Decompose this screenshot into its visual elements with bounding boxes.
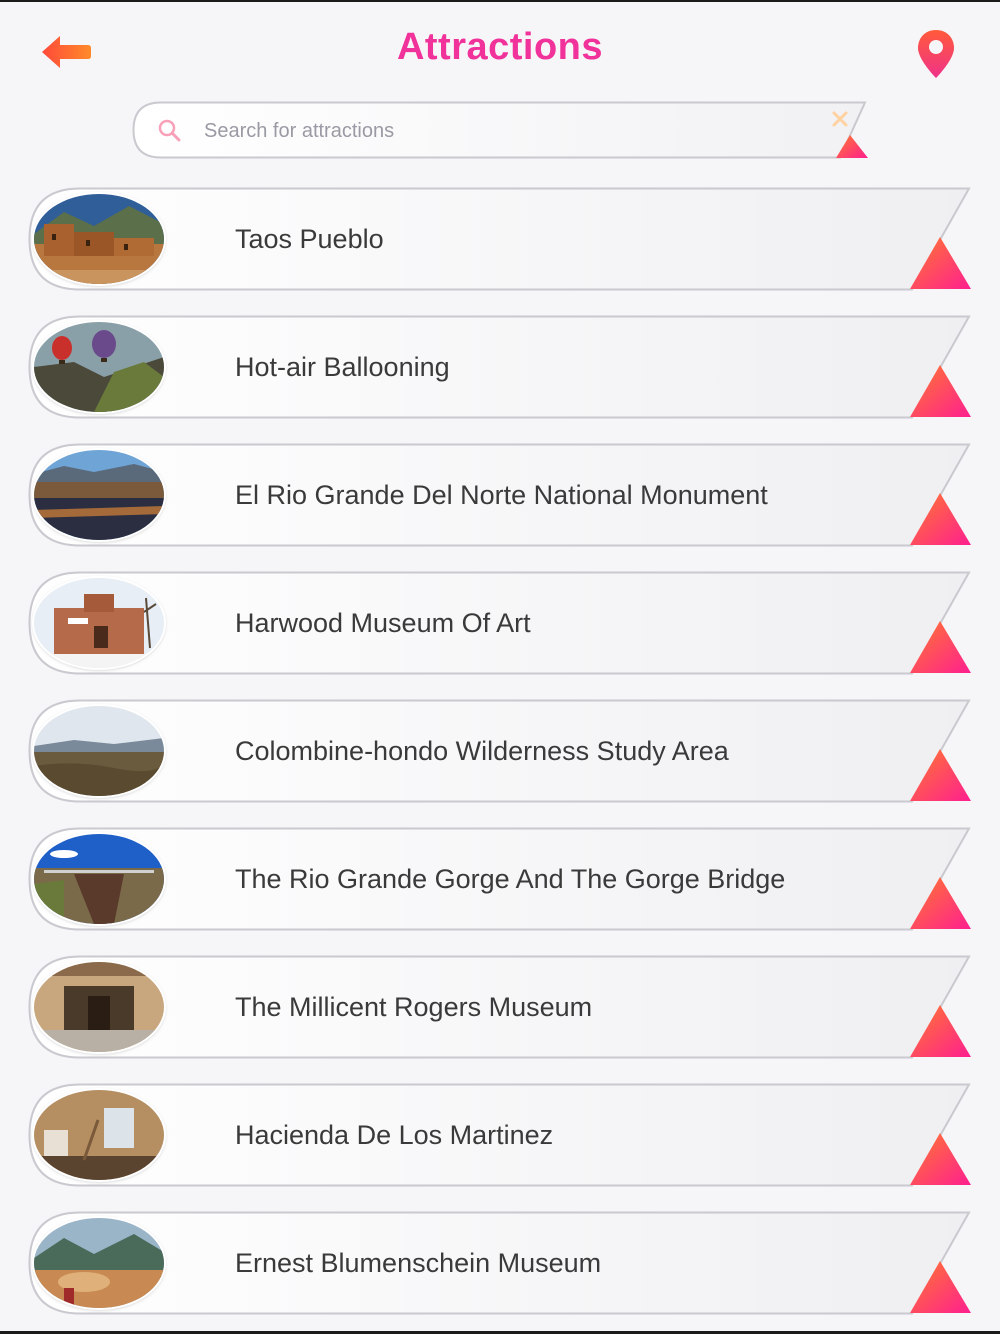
list-item[interactable]: Hacienda De Los Martinez <box>28 1083 972 1187</box>
list-item[interactable]: El Rio Grande Del Norte National Monumen… <box>28 443 972 547</box>
thumbnail-image <box>34 962 164 1052</box>
card-frame <box>28 315 971 419</box>
thumbnail-image <box>34 706 164 796</box>
list-item[interactable]: Hot-air Ballooning <box>28 315 972 419</box>
attraction-name: Taos Pueblo <box>235 224 384 254</box>
map-pin-icon <box>918 30 954 78</box>
header: Attractions <box>0 0 1000 95</box>
search-icon <box>158 119 181 142</box>
close-icon[interactable] <box>830 109 850 129</box>
attraction-name: Hacienda De Los Martinez <box>235 1120 554 1150</box>
thumbnail-image <box>34 1090 164 1180</box>
list-item[interactable]: The Millicent Rogers Museum <box>28 955 972 1059</box>
list-item[interactable]: Colombine-hondo Wilderness Study Area <box>28 699 972 803</box>
thumbnail-image <box>34 450 164 540</box>
thumbnail-image <box>34 834 164 924</box>
list-item[interactable]: Ernest Blumenschein Museum <box>28 1211 972 1315</box>
attraction-name: Hot-air Ballooning <box>235 352 450 382</box>
attraction-name: The Millicent Rogers Museum <box>235 992 593 1022</box>
thumbnail-image <box>34 322 164 412</box>
search-bar <box>132 101 868 159</box>
search-input[interactable] <box>202 113 806 149</box>
list-item[interactable]: The Rio Grande Gorge And The Gorge Bridg… <box>28 827 972 931</box>
list-item[interactable]: Taos Pueblo <box>28 187 972 291</box>
attraction-name: Ernest Blumenschein Museum <box>235 1248 602 1278</box>
list-item[interactable]: Harwood Museum Of Art <box>28 571 972 675</box>
thumbnail-image <box>34 578 164 668</box>
attraction-name: El Rio Grande Del Norte National Monumen… <box>235 480 768 510</box>
map-button[interactable] <box>914 28 958 80</box>
attraction-name: Colombine-hondo Wilderness Study Area <box>235 736 729 766</box>
page-title: Attractions <box>396 26 604 68</box>
card-frame <box>28 187 971 291</box>
attraction-name: The Rio Grande Gorge And The Gorge Bridg… <box>235 864 786 894</box>
attraction-name: Harwood Museum Of Art <box>235 608 531 638</box>
thumbnail-image <box>34 1218 164 1308</box>
thumbnail-image <box>34 194 164 284</box>
